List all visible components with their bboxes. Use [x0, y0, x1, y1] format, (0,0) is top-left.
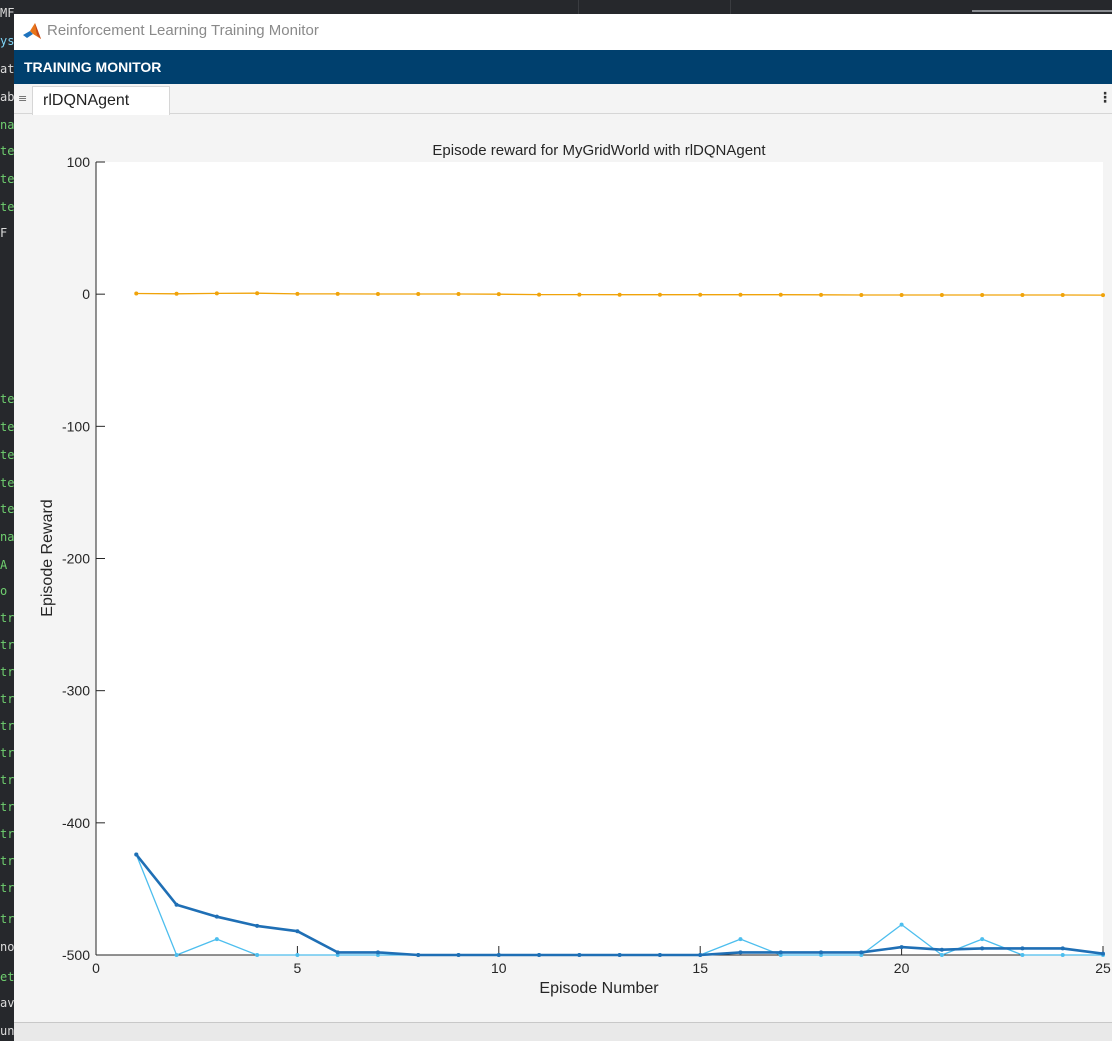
series-2-point: [859, 292, 864, 297]
series-2-point: [456, 292, 461, 297]
x-tick-label: 25: [1095, 960, 1111, 976]
x-tick-label: 0: [92, 960, 100, 976]
series-0-point: [1060, 953, 1065, 957]
series-2-point: [496, 292, 501, 297]
series-2-point: [577, 292, 582, 297]
series-2-point: [416, 292, 421, 297]
y-tick-label: -400: [62, 815, 90, 831]
x-tick-label: 15: [692, 960, 708, 976]
series-1-point: [698, 953, 703, 957]
series-2-point: [899, 292, 904, 297]
series-1-point: [980, 946, 985, 951]
series-0-point: [899, 922, 904, 927]
y-tick-label: -500: [62, 947, 90, 963]
series-1-point: [456, 953, 461, 957]
x-axis-title: Episode Number: [539, 980, 659, 997]
series-1-point: [255, 923, 260, 928]
series-2-point: [335, 291, 340, 296]
series-0-point: [255, 953, 260, 957]
y-tick-label: 100: [67, 154, 91, 170]
series-1-point: [335, 950, 340, 955]
series-2-point: [255, 291, 260, 296]
series-2-point: [295, 291, 300, 296]
series-1-point: [214, 914, 219, 919]
training-monitor-window: Reinforcement Learning Training Monitor …: [14, 14, 1112, 1041]
series-0-point: [980, 937, 985, 942]
series-2-point: [657, 292, 662, 297]
series-2-point: [134, 291, 139, 296]
series-2-point: [980, 292, 985, 297]
series-2-point: [214, 291, 219, 296]
series-1-point: [1101, 951, 1105, 956]
series-2-point: [939, 292, 944, 297]
y-tick-label: -300: [62, 683, 90, 699]
series-1-point: [657, 953, 662, 957]
series-2-point: [174, 291, 179, 296]
series-1-point: [134, 852, 139, 857]
x-tick-label: 10: [491, 960, 507, 976]
series-1-point: [939, 947, 944, 952]
episode-reward-chart: Episode reward for MyGridWorld with rlDQ…: [39, 142, 1111, 997]
series-1-point: [1020, 946, 1025, 951]
series-0-point: [214, 937, 219, 942]
series-2-point: [1020, 292, 1025, 297]
series-2-point: [1101, 293, 1105, 298]
series-2-point: [778, 292, 783, 297]
plot-area: [96, 162, 1103, 955]
series-0-point: [295, 953, 300, 957]
series-1-point: [899, 945, 904, 950]
series-2-point: [537, 292, 542, 297]
y-tick-label: 0: [82, 286, 90, 302]
series-1-point: [375, 950, 380, 955]
series-2-point: [698, 292, 703, 297]
series-1-point: [1060, 946, 1065, 951]
series-0-point: [738, 937, 743, 942]
series-1-point: [537, 953, 542, 957]
series-2-point: [617, 292, 622, 297]
series-2-point: [375, 292, 380, 297]
series-2-point: [1060, 292, 1065, 297]
y-axis-title: Episode Reward: [39, 499, 56, 616]
series-0-point: [174, 953, 179, 957]
chart-title: Episode reward for MyGridWorld with rlDQ…: [432, 142, 766, 159]
series-1-point: [859, 950, 864, 955]
series-2-point: [819, 292, 824, 297]
x-tick-label: 20: [894, 960, 910, 976]
series-1-point: [819, 950, 824, 955]
series-1-point: [416, 953, 421, 957]
series-1-point: [295, 929, 300, 934]
series-0-point: [939, 953, 944, 957]
series-1-point: [496, 953, 501, 957]
series-0-point: [1020, 953, 1025, 957]
y-tick-label: -100: [62, 418, 90, 434]
series-1-point: [778, 950, 783, 955]
y-tick-label: -200: [62, 551, 90, 567]
series-2-point: [738, 292, 743, 297]
series-1-point: [617, 953, 622, 957]
series-1-point: [577, 953, 582, 957]
series-1-point: [738, 950, 743, 955]
x-tick-label: 5: [294, 960, 302, 976]
series-1-point: [174, 902, 179, 907]
